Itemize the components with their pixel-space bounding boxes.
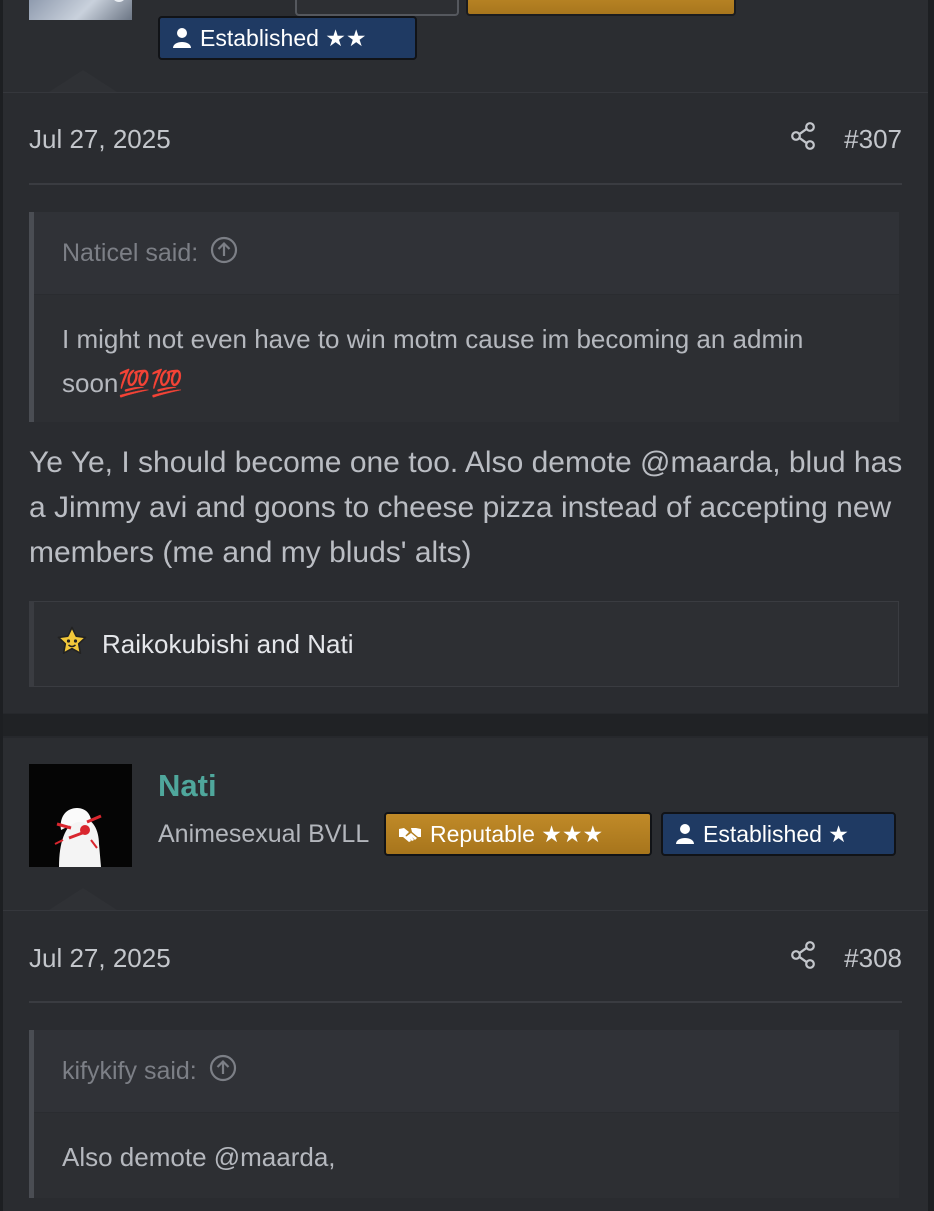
quote-author[interactable]: Naticel said: — [62, 239, 198, 268]
quote-header: kifykify said: — [34, 1030, 899, 1113]
handshake-icon — [398, 825, 422, 843]
quote-text: I might not even have to win motm cause … — [34, 295, 899, 422]
arrow-up-circle-icon[interactable] — [210, 236, 238, 271]
established-badge-label: Established ★★ — [200, 24, 367, 51]
post-pointer — [49, 888, 117, 910]
user-badge-cropped-gold — [466, 0, 736, 16]
post-number[interactable]: #308 — [844, 943, 902, 974]
post-number[interactable]: #307 — [844, 124, 902, 155]
frame-right-border — [928, 0, 934, 1211]
post-meta: Jul 27, 2025 #308 — [29, 938, 902, 978]
post-308-user-header: Nati Animesexual BVLL Reputable ★★★ Esta… — [3, 738, 928, 911]
share-icon[interactable] — [790, 121, 816, 157]
quote-header: Naticel said: — [34, 212, 899, 295]
established-badge: Established ★★ — [158, 16, 417, 60]
person-icon — [675, 823, 695, 845]
person-icon — [172, 27, 192, 49]
post-date[interactable]: Jul 27, 2025 — [29, 124, 171, 155]
post-meta: Jul 27, 2025 #307 — [29, 119, 902, 159]
star-reaction-icon — [56, 625, 88, 664]
reputable-badge: Reputable ★★★ — [384, 812, 652, 856]
post-307-user-header: Established ★★ — [3, 0, 928, 93]
post-date[interactable]: Jul 27, 2025 — [29, 943, 171, 974]
share-icon[interactable] — [790, 940, 816, 976]
reactions-bar[interactable]: Raikokubishi and Nati — [29, 601, 899, 687]
established-badge: Established ★ — [661, 812, 896, 856]
post-308-body: Jul 27, 2025 #308 kifykify said: Also de… — [3, 911, 928, 1211]
quote-author[interactable]: kifykify said: — [62, 1057, 197, 1086]
username[interactable]: Nati — [158, 768, 217, 804]
user-title: Animesexual BVLL — [158, 820, 370, 848]
avatar[interactable] — [29, 0, 132, 20]
arrow-up-circle-icon[interactable] — [209, 1054, 237, 1089]
reputable-badge-label: Reputable ★★★ — [430, 820, 604, 847]
post-pointer — [49, 70, 117, 92]
divider — [29, 183, 902, 185]
quote-block: kifykify said: Also demote @maarda, — [29, 1030, 899, 1198]
avatar[interactable] — [29, 764, 132, 867]
post-separator — [3, 714, 928, 736]
divider — [29, 1001, 902, 1003]
user-badge-cropped — [295, 0, 459, 16]
established-badge-label: Established ★ — [703, 820, 849, 847]
post-307-body: Jul 27, 2025 #307 Naticel said: I might … — [3, 93, 928, 713]
quote-text: Also demote @maarda, — [34, 1113, 899, 1198]
reactions-users[interactable]: Raikokubishi and Nati — [102, 629, 353, 660]
post-message: Ye Ye, I should become one too. Also dem… — [29, 446, 903, 569]
quote-block: Naticel said: I might not even have to w… — [29, 212, 899, 422]
